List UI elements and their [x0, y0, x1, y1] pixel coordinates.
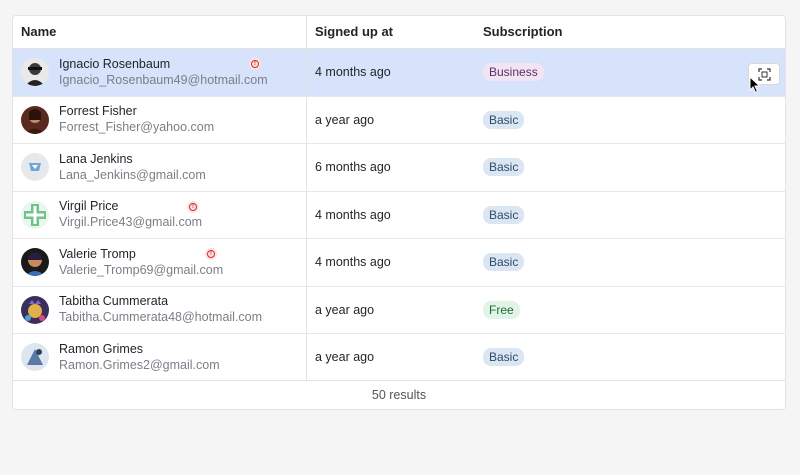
user-email: Forrest_Fisher@yahoo.com: [59, 120, 215, 135]
name-cell: Valerie Tromp Valerie_Tromp69@gmail.com …: [13, 239, 307, 286]
table-body: Ignacio Rosenbaum Ignacio_Rosenbaum49@ho…: [13, 49, 785, 382]
signed-up-cell: 6 months ago: [315, 160, 391, 175]
subscription-badge: Basic: [483, 110, 525, 129]
signed-up-cell: a year ago: [315, 302, 375, 317]
subscription-badge: Basic: [483, 205, 525, 224]
user-info: Forrest Fisher Forrest_Fisher@yahoo.com: [59, 104, 214, 135]
alert-circle-icon: !: [249, 58, 261, 70]
signed-up-cell: 4 months ago: [315, 255, 391, 270]
user-email: Lana_Jenkins@gmail.com: [59, 167, 206, 182]
user-name: Ramon Grimes: [59, 341, 144, 356]
avatar: [21, 153, 49, 182]
signed-up-cell: 4 months ago: [315, 207, 391, 222]
user-name: Ignacio Rosenbaum: [59, 56, 171, 71]
name-cell: Lana Jenkins Lana_Jenkins@gmail.com: [13, 144, 307, 191]
user-info: Tabitha Cummerata Tabitha.Cummerata48@ho…: [59, 294, 262, 325]
user-info: Virgil Price Virgil.Price43@gmail.com: [59, 199, 202, 230]
avatar: [21, 248, 49, 277]
avatar: [21, 200, 49, 229]
user-info: Ramon Grimes Ramon.Grimes2@gmail.com: [59, 342, 220, 373]
subscription-badge: Basic: [483, 348, 525, 367]
name-cell: Tabitha Cummerata Tabitha.Cummerata48@ho…: [13, 286, 307, 333]
user-name: Lana Jenkins: [59, 151, 133, 166]
user-email: Tabitha.Cummerata48@hotmail.com: [59, 310, 263, 325]
user-name: Valerie Tromp: [59, 246, 136, 261]
table-row[interactable]: Lana Jenkins Lana_Jenkins@gmail.com 6 mo…: [13, 144, 785, 192]
user-email: Ignacio_Rosenbaum49@hotmail.com: [59, 72, 268, 87]
results-count: 50 results: [13, 380, 785, 409]
signed-up-cell: 4 months ago: [315, 65, 391, 80]
signed-up-cell: a year ago: [315, 350, 375, 365]
table-row[interactable]: Virgil Price Virgil.Price43@gmail.com ! …: [13, 191, 785, 239]
users-table: Name Signed up at Subscription Ignacio R…: [12, 15, 786, 410]
table-row[interactable]: Forrest Fisher Forrest_Fisher@yahoo.com …: [13, 96, 785, 144]
user-email: Virgil.Price43@gmail.com: [59, 215, 203, 230]
table-row[interactable]: Ignacio Rosenbaum Ignacio_Rosenbaum49@ho…: [13, 49, 785, 97]
subscription-badge: Free: [483, 300, 520, 319]
name-cell: Ignacio Rosenbaum Ignacio_Rosenbaum49@ho…: [13, 49, 307, 96]
user-name: Tabitha Cummerata: [59, 294, 169, 309]
alert-circle-icon: !: [205, 248, 217, 260]
subscription-badge: Business: [483, 63, 544, 82]
table-row[interactable]: Valerie Tromp Valerie_Tromp69@gmail.com …: [13, 239, 785, 287]
avatar: [21, 343, 49, 372]
subscription-cell: Basic: [475, 253, 785, 272]
avatar: [21, 295, 49, 324]
user-info: Ignacio Rosenbaum Ignacio_Rosenbaum49@ho…: [59, 57, 268, 88]
mouse-pointer-icon: [749, 76, 761, 94]
column-header-subscription[interactable]: Subscription: [475, 16, 785, 48]
signed-up-cell: a year ago: [315, 112, 375, 127]
column-header-name[interactable]: Name: [13, 16, 307, 48]
subscription-cell: Basic: [475, 205, 785, 224]
table-row[interactable]: Tabitha Cummerata Tabitha.Cummerata48@ho…: [13, 286, 785, 334]
table-header: Name Signed up at Subscription: [13, 16, 785, 49]
subscription-badge: Basic: [483, 253, 525, 272]
avatar: [21, 105, 49, 134]
user-email: Valerie_Tromp69@gmail.com: [59, 262, 224, 277]
subscription-cell: Business: [475, 63, 785, 82]
name-cell: Ramon Grimes Ramon.Grimes2@gmail.com: [13, 334, 307, 381]
subscription-cell: Basic: [475, 348, 785, 367]
name-cell: Forrest Fisher Forrest_Fisher@yahoo.com: [13, 96, 307, 143]
subscription-cell: Free: [475, 300, 785, 319]
subscription-cell: Basic: [475, 158, 785, 177]
table-row[interactable]: Ramon Grimes Ramon.Grimes2@gmail.com a y…: [13, 334, 785, 382]
user-info: Lana Jenkins Lana_Jenkins@gmail.com: [59, 152, 206, 183]
user-name: Virgil Price: [59, 199, 119, 214]
alert-circle-icon: !: [187, 200, 199, 213]
user-email: Ramon.Grimes2@gmail.com: [59, 357, 220, 372]
user-name: Forrest Fisher: [59, 104, 137, 119]
subscription-badge: Basic: [483, 158, 525, 177]
subscription-cell: Basic: [475, 110, 785, 129]
user-info: Valerie Tromp Valerie_Tromp69@gmail.com: [59, 247, 223, 278]
name-cell: Virgil Price Virgil.Price43@gmail.com !: [13, 191, 307, 238]
avatar: [21, 58, 49, 87]
column-header-signed-up[interactable]: Signed up at: [307, 16, 475, 48]
